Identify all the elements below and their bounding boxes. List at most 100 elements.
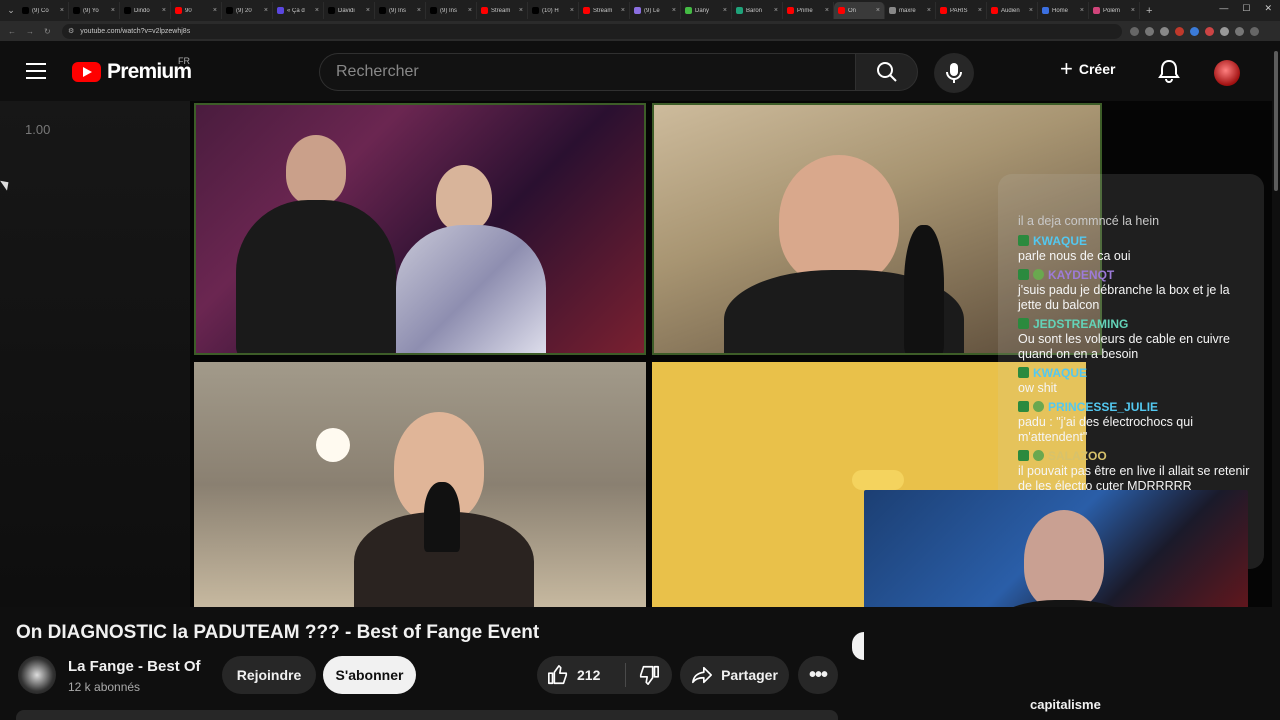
- tab-close-icon[interactable]: ×: [111, 7, 115, 14]
- forward-icon[interactable]: →: [26, 27, 34, 36]
- youtube-premium-logo[interactable]: Premium FR: [72, 56, 192, 84]
- subscribe-button[interactable]: S'abonner: [323, 656, 416, 694]
- browser-tab[interactable]: (9) Ins ×: [375, 2, 426, 19]
- browser-tab[interactable]: Davidi ×: [324, 2, 375, 19]
- kick-badge-icon: [1018, 450, 1029, 461]
- browser-tab[interactable]: (9) Le ×: [630, 2, 681, 19]
- voice-search-button[interactable]: [934, 53, 974, 93]
- tab-close-icon[interactable]: ×: [60, 7, 64, 14]
- browser-tab[interactable]: Polém ×: [1089, 2, 1140, 19]
- tab-close-icon[interactable]: ×: [366, 7, 370, 14]
- chat-text: padu : "j'ai des électrochocs qui m'atte…: [1018, 415, 1193, 444]
- browser-tab[interactable]: Baron ×: [732, 2, 783, 19]
- extension-icon[interactable]: [1190, 26, 1199, 36]
- search-button[interactable]: [855, 53, 918, 91]
- description-box[interactable]: [16, 710, 838, 720]
- channel-avatar[interactable]: [18, 656, 56, 694]
- browser-tab[interactable]: Audien ×: [987, 2, 1038, 19]
- browser-tab[interactable]: Stream ×: [477, 2, 528, 19]
- tab-title: Home: [1052, 7, 1069, 14]
- browser-menu-icon[interactable]: [1250, 26, 1259, 36]
- url-text: youtube.com/watch?v=v2lpzewhj8s: [80, 27, 191, 35]
- notifications-button[interactable]: [1158, 59, 1180, 88]
- tab-title: (9) Yo: [83, 7, 99, 14]
- tab-favicon-icon: [1042, 7, 1049, 14]
- new-tab-icon[interactable]: +: [1140, 5, 1158, 17]
- back-icon[interactable]: ←: [8, 27, 16, 36]
- chat-author-name: SALAZOO: [1048, 448, 1107, 463]
- maximize-icon[interactable]: ☐: [1242, 3, 1250, 14]
- browser-tab[interactable]: Dindo ×: [120, 2, 171, 19]
- site-info-icon[interactable]: ⚙: [68, 27, 74, 35]
- tab-close-icon[interactable]: ×: [1080, 7, 1084, 14]
- reload-icon[interactable]: ↻: [44, 27, 51, 36]
- browser-tab[interactable]: (9) 20 ×: [222, 2, 273, 19]
- extensions-puzzle-icon[interactable]: [1220, 26, 1229, 36]
- tab-favicon-icon: [736, 7, 743, 14]
- profile-icon[interactable]: [1235, 26, 1244, 36]
- menu-icon[interactable]: [26, 63, 46, 79]
- extension-icon[interactable]: [1205, 26, 1214, 36]
- close-window-icon[interactable]: ✕: [1264, 3, 1272, 14]
- browser-tab[interactable]: (9) Co ×: [18, 2, 69, 19]
- tab-close-icon[interactable]: ×: [1131, 7, 1135, 14]
- tab-close-icon[interactable]: ×: [825, 7, 829, 14]
- person-head: [779, 155, 899, 285]
- browser-tab[interactable]: « Ça d ×: [273, 2, 324, 19]
- tab-close-icon[interactable]: ×: [468, 7, 472, 14]
- bookmark-star-icon[interactable]: [1160, 26, 1169, 36]
- tab-favicon-icon: [124, 7, 131, 14]
- sidebar-partial-label: capitalisme: [1030, 697, 1101, 712]
- tab-close-icon[interactable]: ×: [723, 7, 727, 14]
- channel-name[interactable]: La Fange - Best Of: [68, 658, 201, 675]
- tab-close-icon[interactable]: ×: [1029, 7, 1033, 14]
- page-scrollbar[interactable]: [1272, 41, 1280, 720]
- youtube-header: Premium FR Rechercher + Créer: [0, 41, 1280, 101]
- url-field[interactable]: ⚙ youtube.com/watch?v=v2lpzewhj8s: [62, 23, 1122, 39]
- tab-search-icon[interactable]: ⌄: [4, 5, 18, 16]
- tab-close-icon[interactable]: ×: [417, 7, 421, 14]
- create-button[interactable]: + Créer: [1060, 58, 1115, 80]
- like-button[interactable]: 212: [537, 656, 625, 694]
- tab-close-icon[interactable]: ×: [876, 7, 880, 14]
- browser-tab[interactable]: (10) H ×: [528, 2, 579, 19]
- translate-icon[interactable]: [1145, 26, 1154, 36]
- scrollbar-thumb[interactable]: [1274, 51, 1278, 191]
- tab-title: « Ça d: [287, 7, 305, 14]
- browser-tab[interactable]: (9) Yo ×: [69, 2, 120, 19]
- tab-close-icon[interactable]: ×: [315, 7, 319, 14]
- extension-icon[interactable]: [1175, 26, 1184, 36]
- join-button[interactable]: Rejoindre: [222, 656, 316, 694]
- browser-tab[interactable]: maxre ×: [885, 2, 936, 19]
- dislike-button[interactable]: [626, 656, 672, 694]
- tab-close-icon[interactable]: ×: [621, 7, 625, 14]
- tab-close-icon[interactable]: ×: [570, 7, 574, 14]
- tab-close-icon[interactable]: ×: [162, 7, 166, 14]
- browser-tab[interactable]: Prime ×: [783, 2, 834, 19]
- tab-title: (9) Ins: [440, 7, 458, 14]
- search-input[interactable]: Rechercher: [319, 53, 855, 91]
- browser-tab[interactable]: On ×: [834, 2, 885, 19]
- browser-tab[interactable]: Dany ×: [681, 2, 732, 19]
- tab-close-icon[interactable]: ×: [213, 7, 217, 14]
- browser-tab[interactable]: Home ×: [1038, 2, 1089, 19]
- sidebar-chip[interactable]: [852, 632, 864, 660]
- minimize-icon[interactable]: —: [1219, 3, 1228, 14]
- tab-close-icon[interactable]: ×: [774, 7, 778, 14]
- browser-tab[interactable]: (9) Ins ×: [426, 2, 477, 19]
- tab-title: Baron: [746, 7, 763, 14]
- browser-tab[interactable]: Stream ×: [579, 2, 630, 19]
- more-actions-button[interactable]: •••: [798, 656, 838, 694]
- video-player[interactable]: 1.00 il a deja commncé la hein KWAQUE par…: [0, 101, 1280, 607]
- window-controls: — ☐ ✕: [1219, 3, 1272, 14]
- account-avatar[interactable]: [1214, 60, 1240, 86]
- tab-close-icon[interactable]: ×: [264, 7, 268, 14]
- browser-tab[interactable]: PARIS ×: [936, 2, 987, 19]
- browser-tab[interactable]: 90 ×: [171, 2, 222, 19]
- tab-close-icon[interactable]: ×: [978, 7, 982, 14]
- zoom-icon[interactable]: [1130, 26, 1139, 36]
- tab-close-icon[interactable]: ×: [519, 7, 523, 14]
- share-button[interactable]: Partager: [680, 656, 789, 694]
- tab-close-icon[interactable]: ×: [927, 7, 931, 14]
- tab-close-icon[interactable]: ×: [672, 7, 676, 14]
